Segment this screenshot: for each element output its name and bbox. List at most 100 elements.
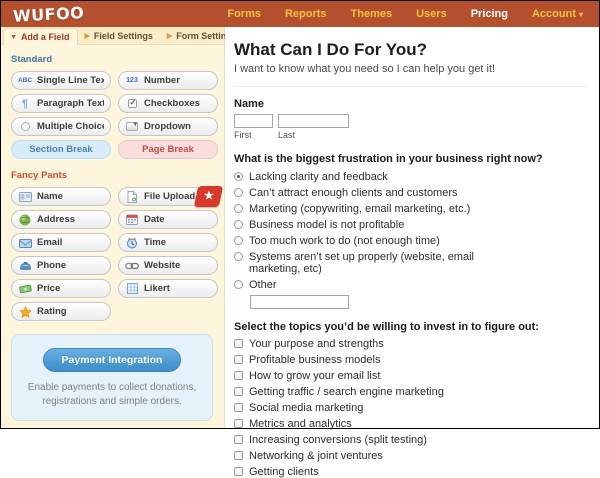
clock-icon bbox=[125, 237, 139, 249]
field-button-phone[interactable]: Phone bbox=[11, 256, 111, 275]
field-button-time[interactable]: Time bbox=[118, 233, 218, 252]
link-icon bbox=[125, 260, 139, 272]
checkbox-option[interactable]: How to grow your email list bbox=[234, 370, 587, 382]
field-button-likert[interactable]: Likert bbox=[118, 279, 218, 298]
checkbox-question-label: Select the topics you’d be willing to in… bbox=[234, 321, 539, 333]
radio-button[interactable] bbox=[234, 188, 243, 197]
checkbox-icon bbox=[125, 98, 139, 110]
payment-integration-description: Enable payments to collect donations, re… bbox=[27, 382, 197, 407]
wufoo-logo[interactable]: WUFOO bbox=[13, 3, 85, 26]
radio-question-label: What is the biggest frustration in your … bbox=[234, 153, 543, 165]
checkbox-option[interactable]: Social media marketing bbox=[234, 402, 587, 414]
checkbox[interactable] bbox=[234, 467, 243, 476]
first-name-input[interactable] bbox=[234, 114, 273, 128]
checkbox-option[interactable]: Increasing conversions (split testing) bbox=[234, 434, 587, 446]
radio-option[interactable]: Marketing (copywriting, email marketing,… bbox=[234, 203, 587, 215]
checkbox[interactable] bbox=[234, 371, 243, 380]
name-field-label: Name bbox=[234, 98, 264, 110]
checkbox[interactable] bbox=[234, 403, 243, 412]
file-icon bbox=[125, 190, 139, 203]
globe-icon bbox=[18, 214, 32, 226]
nav-forms[interactable]: Forms bbox=[227, 8, 261, 20]
payment-integration-box: Payment Integration Enable payments to c… bbox=[11, 334, 213, 421]
field-button-website[interactable]: Website bbox=[118, 256, 218, 275]
field-button-multiple-choice[interactable]: Multiple Choice bbox=[11, 117, 111, 136]
radio-option[interactable]: Can’t attract enough clients and custome… bbox=[234, 187, 587, 199]
last-name-input[interactable] bbox=[278, 114, 349, 128]
payment-integration-button[interactable]: Payment Integration bbox=[42, 348, 182, 372]
dropdown-icon bbox=[125, 120, 139, 133]
radio-icon bbox=[18, 121, 32, 133]
field-button-dropdown[interactable]: Dropdown bbox=[118, 117, 218, 136]
field-button-checkboxes[interactable]: Checkboxes bbox=[118, 94, 218, 113]
nav-reports[interactable]: Reports bbox=[285, 8, 327, 20]
radio-button[interactable] bbox=[234, 280, 243, 289]
sidebar-tabstrip: ▼ Add a Field ▶ Field Settings ▶ Form Setti… bbox=[1, 27, 237, 45]
tab-add-a-field[interactable]: ▼ Add a Field bbox=[3, 28, 79, 45]
checkbox-option[interactable]: Profitable business models bbox=[234, 354, 587, 366]
radio-option[interactable]: Lacking clarity and feedback bbox=[234, 171, 587, 183]
wufoo-form-builder: { "header": { "logo": "WUFOO", "nav": [ … bbox=[0, 0, 600, 478]
paragraph-icon bbox=[18, 98, 32, 110]
checkbox[interactable] bbox=[234, 435, 243, 444]
checkbox[interactable] bbox=[234, 339, 243, 348]
checkbox-option[interactable]: Getting traffic / search engine marketin… bbox=[234, 386, 587, 398]
field-button-price[interactable]: Price bbox=[11, 279, 111, 298]
abc-icon bbox=[18, 75, 32, 87]
radio-option-other[interactable]: Other bbox=[234, 279, 587, 291]
standard-field-grid: Single Line Text Number Paragraph Text C… bbox=[11, 71, 224, 159]
radio-button[interactable] bbox=[234, 204, 243, 213]
top-header: WUFOO Forms Reports Themes Users Pricing… bbox=[1, 1, 599, 27]
field-button-email[interactable]: Email bbox=[11, 233, 111, 252]
nav-pricing[interactable]: Pricing bbox=[471, 8, 508, 20]
radio-option[interactable]: Systems aren’t set up properly (website,… bbox=[234, 251, 587, 275]
field-button-number[interactable]: Number bbox=[118, 71, 218, 90]
field-button-single-line-text[interactable]: Single Line Text bbox=[11, 71, 111, 90]
radio-option[interactable]: Too much work to do (not enough time) bbox=[234, 235, 587, 247]
numbers-icon bbox=[125, 75, 139, 87]
checkbox[interactable] bbox=[234, 451, 243, 460]
radio-option[interactable]: Business model is not profitable bbox=[234, 219, 587, 231]
radio-button[interactable] bbox=[234, 220, 243, 229]
fancy-field-grid: Name File Upload ★ Address Date Email Ti… bbox=[11, 186, 224, 321]
chevron-down-icon: ▾ bbox=[578, 10, 583, 19]
field-button-page-break[interactable]: Page Break bbox=[118, 140, 218, 159]
field-button-rating[interactable]: Rating bbox=[11, 302, 111, 321]
name-field: Name First Last bbox=[234, 98, 587, 140]
other-text-input[interactable] bbox=[250, 295, 349, 309]
triangle-down-icon: ▼ bbox=[10, 33, 17, 41]
tab-field-settings[interactable]: ▶ Field Settings bbox=[78, 28, 160, 44]
star-icon bbox=[18, 305, 32, 318]
fancy-pants-section-title: Fancy Pants bbox=[11, 170, 67, 181]
checkbox-option[interactable]: Networking & joint ventures bbox=[234, 450, 587, 462]
add-field-panel: Standard Single Line Text Number Paragra… bbox=[1, 45, 224, 421]
checkbox[interactable] bbox=[234, 387, 243, 396]
field-button-date[interactable]: Date bbox=[118, 210, 218, 229]
checkbox[interactable] bbox=[234, 355, 243, 364]
main-nav: Forms Reports Themes Users Pricing Accou… bbox=[227, 8, 583, 20]
idcard-icon bbox=[18, 191, 32, 203]
envelope-icon bbox=[18, 237, 32, 249]
phone-icon bbox=[18, 260, 32, 272]
triangle-right-icon: ▶ bbox=[166, 32, 173, 40]
nav-users[interactable]: Users bbox=[416, 8, 447, 20]
field-button-address[interactable]: Address bbox=[11, 210, 111, 229]
radio-button-selected[interactable] bbox=[234, 172, 243, 181]
checkbox-option[interactable]: Getting clients bbox=[234, 466, 587, 478]
radio-button[interactable] bbox=[234, 252, 243, 261]
nav-account[interactable]: Account ▾ bbox=[532, 8, 583, 20]
money-icon bbox=[18, 283, 32, 295]
field-button-file-upload[interactable]: File Upload ★ bbox=[118, 186, 224, 207]
form-title: What Can I Do For You? bbox=[234, 40, 427, 59]
checkbox-option[interactable]: Metrics and analytics bbox=[234, 418, 587, 430]
field-button-section-break[interactable]: Section Break bbox=[11, 140, 111, 159]
form-preview: What Can I Do For You? I want to know wh… bbox=[225, 27, 599, 478]
field-button-paragraph-text[interactable]: Paragraph Text bbox=[11, 94, 111, 113]
calendar-icon bbox=[125, 214, 139, 226]
field-button-name[interactable]: Name bbox=[11, 187, 111, 206]
radio-button[interactable] bbox=[234, 236, 243, 245]
nav-themes[interactable]: Themes bbox=[351, 8, 393, 20]
checkbox[interactable] bbox=[234, 419, 243, 428]
triangle-right-icon: ▶ bbox=[84, 32, 90, 40]
checkbox-option[interactable]: Your purpose and strengths bbox=[234, 338, 587, 350]
